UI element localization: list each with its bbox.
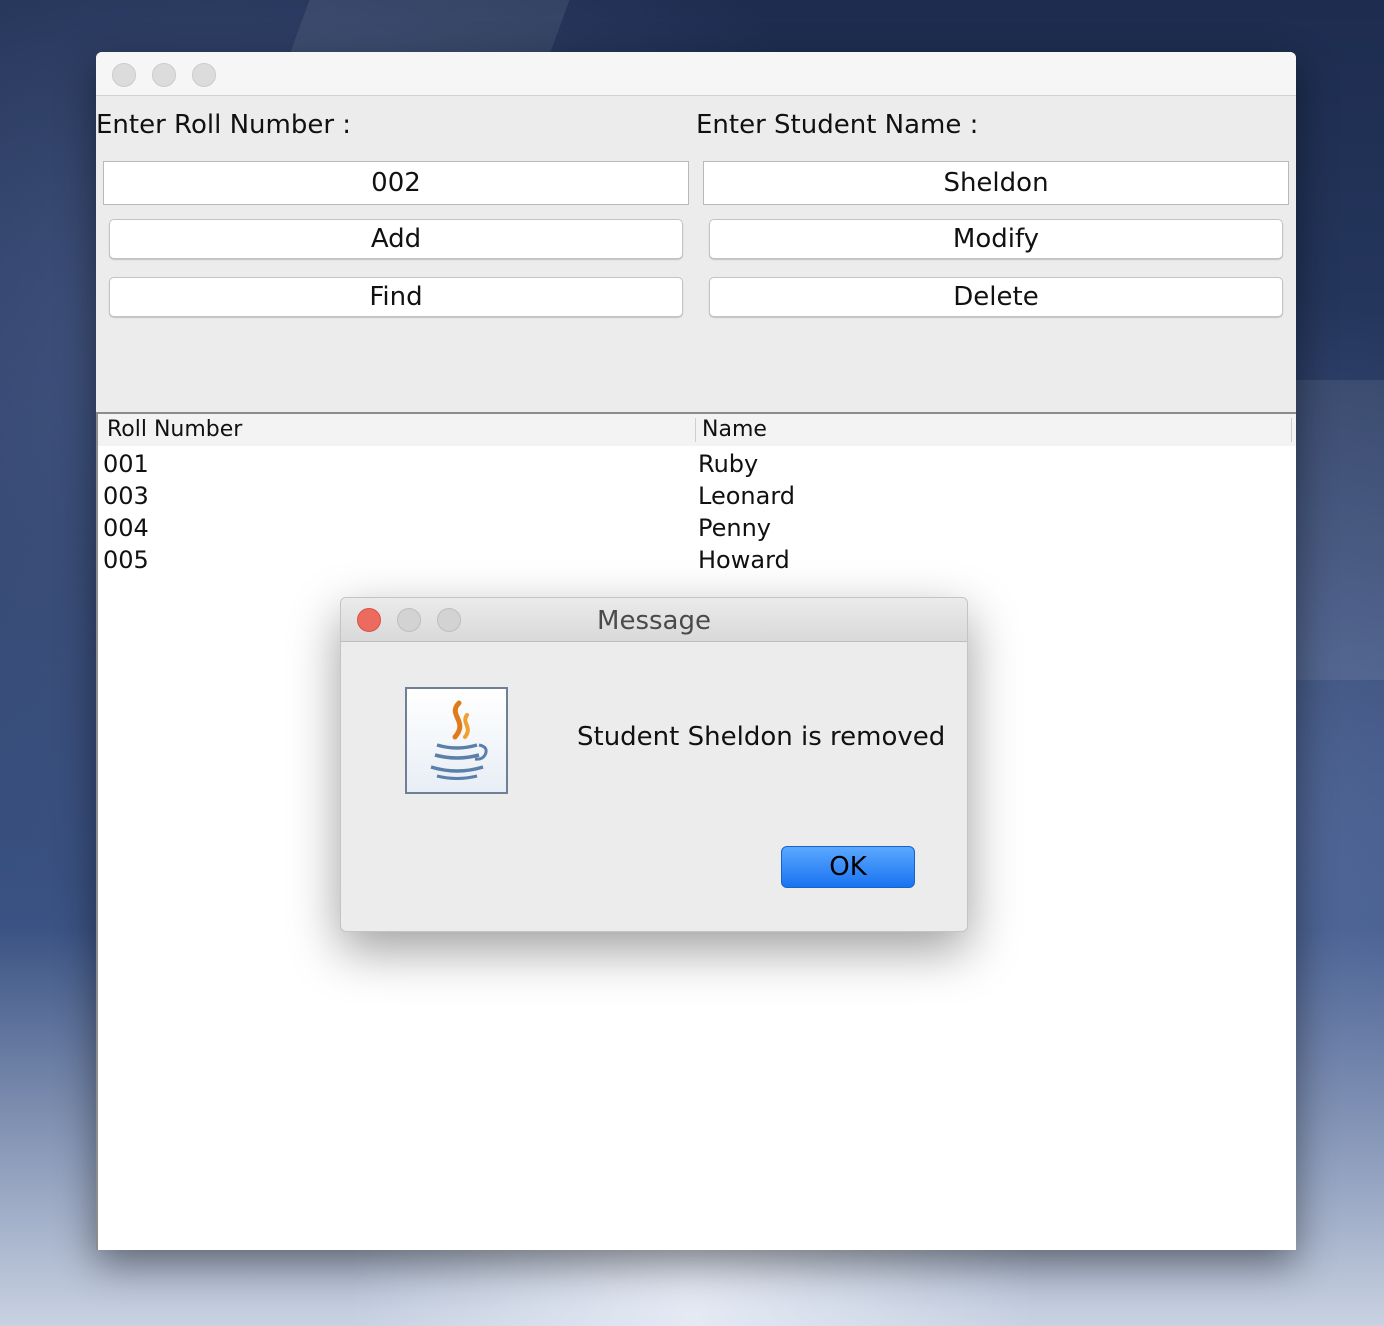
minimize-window-button[interactable] xyxy=(152,63,176,87)
dialog-message: Student Sheldon is removed xyxy=(577,722,946,752)
message-dialog: Message Student Sheldon is removed OK xyxy=(340,597,968,932)
java-coffee-icon xyxy=(405,687,508,794)
student-name-input[interactable]: Sheldon xyxy=(703,161,1289,205)
delete-button[interactable]: Delete xyxy=(709,277,1283,317)
student-name-label: Enter Student Name : xyxy=(696,110,979,140)
dialog-titlebar: Message xyxy=(341,598,967,642)
name-cell: Leonard xyxy=(698,482,795,510)
roll-number-cell: 001 xyxy=(103,450,149,478)
roll-number-cell: 003 xyxy=(103,482,149,510)
table-row[interactable]: 001 Ruby xyxy=(98,448,1296,480)
name-cell: Ruby xyxy=(698,450,759,478)
column-divider xyxy=(1291,418,1292,442)
column-header-name[interactable]: Name xyxy=(702,414,767,446)
roll-number-label: Enter Roll Number : xyxy=(96,110,352,140)
background-shape xyxy=(1296,380,1384,680)
roll-number-cell: 005 xyxy=(103,546,149,574)
maximize-window-button[interactable] xyxy=(192,63,216,87)
find-button[interactable]: Find xyxy=(109,277,683,317)
add-button[interactable]: Add xyxy=(109,219,683,259)
name-cell: Howard xyxy=(698,546,790,574)
table-row[interactable]: 004 Penny xyxy=(98,512,1296,544)
window-titlebar xyxy=(96,52,1296,96)
table-header: Roll Number Name xyxy=(98,414,1296,446)
column-divider xyxy=(695,418,696,442)
table-row[interactable]: 003 Leonard xyxy=(98,480,1296,512)
dialog-title: Message xyxy=(597,606,711,636)
close-window-button[interactable] xyxy=(112,63,136,87)
column-header-roll-number[interactable]: Roll Number xyxy=(107,414,242,446)
roll-number-cell: 004 xyxy=(103,514,149,542)
table-row[interactable]: 005 Howard xyxy=(98,544,1296,576)
name-cell: Penny xyxy=(698,514,772,542)
modify-button[interactable]: Modify xyxy=(709,219,1283,259)
roll-number-input[interactable]: 002 xyxy=(103,161,689,205)
ok-button[interactable]: OK xyxy=(781,846,915,888)
background-shape xyxy=(290,0,570,52)
